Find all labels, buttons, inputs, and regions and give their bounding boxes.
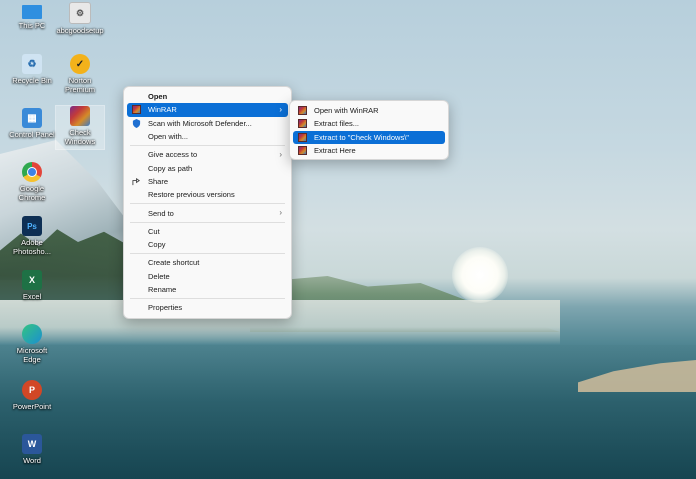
winrar-icon [132, 105, 141, 115]
menu-item-label: Rename [148, 285, 177, 294]
menu-item-label: Open with... [148, 132, 189, 142]
desktop-icon-label: Adobe Photosho... [13, 238, 51, 256]
menu-item-label: Properties [148, 303, 183, 313]
desktop-icon-label: Microsoft Edge [16, 346, 48, 364]
menu-item-label: Open with WinRAR [314, 106, 379, 116]
menu-separator [130, 145, 285, 147]
menu-item-open[interactable]: Open [127, 90, 288, 103]
menu-item-label: Share [148, 176, 169, 186]
photoshop-icon: Ps [22, 216, 42, 236]
menu-item-create-shortcut[interactable]: Create shortcut [127, 256, 288, 269]
wallpaper-lake [0, 345, 696, 479]
chevron-right-icon: › [279, 208, 282, 218]
desktop-icon-label: Recycle Bin [12, 76, 52, 85]
desktop-icon-abcgoodsetup[interactable]: ⚙ abcgoodsetup [56, 2, 104, 35]
menu-item-label: Restore previous versions [148, 190, 235, 200]
menu-separator [130, 298, 285, 300]
norton-icon: ✓ [70, 54, 90, 74]
menu-item-label: Copy as path [148, 163, 193, 173]
recycle-bin-icon: ♻ [22, 54, 42, 74]
menu-item-label: Open [148, 92, 168, 102]
monitor-icon [22, 5, 42, 19]
menu-item-copy[interactable]: Copy [127, 238, 288, 251]
menu-item-delete[interactable]: Delete [127, 270, 288, 283]
menu-separator [130, 203, 285, 205]
menu-item-label: Give access to [148, 150, 198, 160]
menu-item-give-access[interactable]: Give access to › [127, 148, 288, 161]
menu-item-label: Scan with Microsoft Defender... [148, 118, 252, 128]
desktop-icon-chrome[interactable]: Google Chrome [8, 162, 56, 202]
desktop-icon-label: Check Windows [64, 128, 96, 146]
menu-item-cut[interactable]: Cut [127, 225, 288, 238]
winrar-icon [298, 132, 307, 142]
chevron-right-icon: › [279, 150, 282, 160]
chevron-right-icon: › [279, 105, 282, 115]
desktop-icon-label: This PC [18, 21, 46, 30]
submenu-item-extract-to-folder[interactable]: Extract to "Check Windows\" [293, 130, 445, 144]
excel-icon: X [22, 270, 42, 290]
desktop-icon-label: Control Panel [9, 130, 55, 139]
context-menu: Open WinRAR › Scan with Microsoft Defend… [123, 86, 292, 319]
chrome-icon [22, 162, 42, 182]
menu-item-properties[interactable]: Properties [127, 301, 288, 314]
menu-item-label: Send to [148, 208, 174, 218]
desktop-icon-label: Google Chrome [18, 184, 46, 202]
menu-item-label: Delete [148, 271, 170, 281]
menu-separator [130, 221, 285, 223]
menu-item-label: WinRAR [148, 105, 177, 115]
shortcut-file-icon: ⚙ [69, 2, 91, 24]
desktop-icon-edge[interactable]: Microsoft Edge [8, 324, 56, 364]
menu-item-share[interactable]: Share [127, 175, 288, 188]
desktop-icon-powerpoint[interactable]: P PowerPoint [8, 380, 56, 411]
menu-item-rename[interactable]: Rename [127, 283, 288, 296]
desktop-icon-label: Word [23, 456, 41, 465]
winrar-icon [298, 145, 307, 155]
desktop-icon-this-pc[interactable]: This PC [8, 2, 56, 30]
menu-item-winrar[interactable]: WinRAR › [127, 103, 288, 117]
defender-shield-icon [132, 118, 141, 128]
menu-item-label: Extract to "Check Windows\" [314, 132, 409, 142]
menu-item-label: Extract Here [314, 146, 356, 156]
winrar-submenu: Open with WinRAR Extract files... Extrac… [289, 100, 449, 160]
share-icon [132, 177, 141, 186]
desktop-icon-control-panel[interactable]: ▦ Control Panel [8, 108, 56, 139]
menu-item-label: Cut [148, 226, 160, 236]
menu-item-restore-versions[interactable]: Restore previous versions [127, 188, 288, 201]
menu-item-label: Copy [148, 240, 166, 250]
menu-item-send-to[interactable]: Send to › [127, 206, 288, 219]
submenu-item-open-with-winrar[interactable]: Open with WinRAR [293, 104, 445, 117]
submenu-item-extract-here[interactable]: Extract Here [293, 144, 445, 157]
desktop-icon-label: PowerPoint [12, 402, 52, 411]
winrar-icon [298, 106, 307, 115]
menu-item-open-with[interactable]: Open with... [127, 130, 288, 143]
desktop[interactable]: This PC ♻ Recycle Bin ▦ Control Panel Go… [0, 0, 696, 479]
desktop-icon-label: Norton Premium [64, 76, 95, 94]
menu-item-scan-defender[interactable]: Scan with Microsoft Defender... [127, 117, 288, 130]
desktop-icon-photoshop[interactable]: Ps Adobe Photosho... [8, 216, 56, 256]
winrar-icon [298, 119, 307, 129]
edge-icon [22, 324, 42, 344]
desktop-icon-recycle-bin[interactable]: ♻ Recycle Bin [8, 54, 56, 85]
menu-item-label: Extract files... [314, 119, 360, 129]
menu-item-label: Create shortcut [148, 258, 200, 268]
desktop-icon-word[interactable]: W Word [8, 434, 56, 465]
desktop-icon-excel[interactable]: X Excel [8, 270, 56, 301]
menu-separator [130, 253, 285, 255]
desktop-icon-norton[interactable]: ✓ Norton Premium [56, 54, 104, 94]
desktop-icon-check-windows[interactable]: Check Windows [55, 105, 105, 150]
submenu-item-extract-files[interactable]: Extract files... [293, 117, 445, 130]
desktop-icon-label: abcgoodsetup [56, 26, 104, 35]
menu-item-copy-as-path[interactable]: Copy as path [127, 161, 288, 174]
powerpoint-icon: P [22, 380, 42, 400]
word-icon: W [22, 434, 42, 454]
desktop-icon-label: Excel [22, 292, 42, 301]
control-panel-icon: ▦ [22, 108, 42, 128]
winrar-archive-icon [70, 106, 90, 126]
wallpaper-sun [452, 247, 508, 303]
